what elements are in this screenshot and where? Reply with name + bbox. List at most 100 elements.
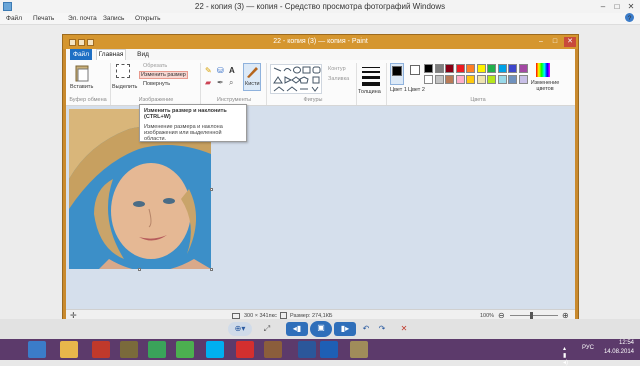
brushes-button[interactable]: Кисти bbox=[243, 63, 261, 91]
text-icon[interactable]: A bbox=[229, 66, 238, 75]
fill-icon[interactable]: ⛁ bbox=[217, 66, 226, 75]
resize-handle-bottom[interactable] bbox=[138, 268, 141, 271]
menu-email[interactable]: Эл. почта bbox=[68, 13, 97, 25]
colors-group-label: Цвета bbox=[470, 97, 486, 103]
zoom-slider[interactable] bbox=[510, 315, 558, 316]
palette-swatch[interactable] bbox=[487, 64, 496, 73]
magnifier-icon[interactable]: ⌕ bbox=[229, 78, 238, 87]
tooltip-text: Изменение размера и наклона изображения … bbox=[144, 124, 223, 142]
palette-swatch[interactable] bbox=[518, 75, 528, 84]
paint-close-button[interactable]: ✕ bbox=[564, 37, 576, 47]
zoom-slider-thumb[interactable] bbox=[530, 312, 533, 319]
menu-burn[interactable]: Запись bbox=[103, 13, 124, 25]
select-icon[interactable] bbox=[116, 64, 130, 78]
app-icon[interactable] bbox=[264, 341, 282, 358]
paste-button[interactable] bbox=[72, 64, 92, 82]
group-divider bbox=[386, 63, 387, 105]
skype-icon[interactable] bbox=[206, 341, 224, 358]
language-indicator[interactable]: РУС bbox=[582, 345, 594, 351]
palette-swatch[interactable] bbox=[487, 75, 496, 84]
palette-swatch[interactable] bbox=[518, 64, 528, 73]
color1-button[interactable] bbox=[390, 63, 404, 85]
edit-colors-icon[interactable] bbox=[536, 63, 550, 77]
minimize-button[interactable]: – bbox=[596, 0, 610, 13]
palette-swatch[interactable] bbox=[476, 64, 486, 73]
app-icon[interactable] bbox=[120, 341, 138, 358]
paint-maximize-button[interactable]: □ bbox=[548, 35, 562, 49]
palette-swatch[interactable] bbox=[497, 75, 507, 84]
crop-button[interactable]: Обрезать bbox=[143, 63, 167, 69]
opera-icon[interactable] bbox=[236, 341, 254, 358]
paint-minimize-button[interactable]: – bbox=[534, 35, 548, 49]
rotate-left-icon[interactable]: ↶ bbox=[360, 322, 372, 336]
palette-swatch[interactable] bbox=[434, 64, 444, 73]
palette-swatch[interactable] bbox=[455, 75, 465, 84]
palette-swatch[interactable] bbox=[424, 75, 433, 84]
tab-home[interactable]: Главная bbox=[96, 49, 126, 60]
previous-icon[interactable]: ◂▮ bbox=[286, 322, 308, 336]
help-icon[interactable]: ? bbox=[625, 13, 634, 22]
tools-group-label: Инструменты bbox=[216, 97, 252, 103]
menu-print[interactable]: Печать bbox=[33, 13, 54, 25]
color1-label: Цвет 1 bbox=[390, 87, 407, 93]
group-divider bbox=[110, 63, 111, 105]
palette-swatch[interactable] bbox=[455, 64, 465, 73]
color-picker-icon[interactable]: ✒ bbox=[217, 78, 226, 87]
viewer-toolbar: ⊕▾ ⤢ ◂▮ ▣ ▮▸ ↶ ↷ ✕ bbox=[0, 319, 640, 339]
close-button[interactable]: ✕ bbox=[624, 0, 638, 13]
ie-icon[interactable] bbox=[28, 341, 46, 358]
resize-button[interactable]: Изменить размер bbox=[139, 71, 188, 79]
palette-swatch[interactable] bbox=[424, 64, 433, 73]
resize-handle-corner[interactable] bbox=[210, 268, 213, 271]
maximize-button[interactable]: □ bbox=[610, 0, 624, 13]
outline-dropdown[interactable]: Контур bbox=[328, 66, 346, 72]
app-icon[interactable] bbox=[176, 341, 194, 358]
rotate-right-icon[interactable]: ↷ bbox=[376, 322, 388, 336]
tab-file[interactable]: Файл bbox=[70, 49, 92, 60]
palette-swatch[interactable] bbox=[476, 75, 486, 84]
palette-swatch[interactable] bbox=[466, 64, 475, 73]
tray-icons[interactable]: ▴ ▮ ◂) bbox=[563, 345, 568, 366]
shapes-gallery[interactable] bbox=[270, 64, 322, 94]
paint-taskbar-icon[interactable] bbox=[350, 341, 368, 358]
menu-open[interactable]: Открыть bbox=[135, 13, 161, 25]
menu-file[interactable]: Файл bbox=[6, 13, 22, 25]
next-icon[interactable]: ▮▸ bbox=[334, 322, 356, 336]
paint-title-bar: 22 - копия (3) — копия - Paint – □ ✕ bbox=[63, 35, 578, 49]
tab-view[interactable]: Вид bbox=[132, 49, 154, 60]
ribbon: Вставить Буфер обмена Выделить Обрезать … bbox=[66, 60, 575, 106]
clock-time[interactable]: 12:54 bbox=[619, 340, 634, 346]
word-icon[interactable] bbox=[298, 341, 316, 358]
taskbar: ▴ ▮ ◂) РУС 12:54 14.08.2014 bbox=[0, 339, 640, 366]
palette-swatch[interactable] bbox=[466, 75, 475, 84]
undo-icon[interactable] bbox=[77, 39, 85, 46]
resize-handle-right[interactable] bbox=[210, 188, 213, 191]
rotate-button[interactable]: Повернуть bbox=[143, 81, 170, 87]
palette-swatch[interactable] bbox=[445, 75, 454, 84]
app-icon[interactable] bbox=[148, 341, 166, 358]
slideshow-icon[interactable]: ▣ bbox=[310, 321, 332, 337]
palette-swatch[interactable] bbox=[434, 75, 444, 84]
clock-date[interactable]: 14.08.2014 bbox=[604, 349, 634, 355]
select-label: Выделить bbox=[112, 84, 138, 90]
size-button[interactable] bbox=[360, 63, 382, 87]
zoom-icon[interactable]: ⊕▾ bbox=[228, 322, 252, 336]
redo-icon[interactable] bbox=[86, 39, 94, 46]
eraser-icon[interactable]: ▰ bbox=[205, 78, 214, 87]
palette-swatch[interactable] bbox=[497, 64, 507, 73]
palette-swatch[interactable] bbox=[445, 64, 454, 73]
save-icon[interactable] bbox=[68, 39, 76, 46]
explorer-icon[interactable] bbox=[60, 341, 78, 358]
group-divider bbox=[200, 63, 201, 105]
delete-icon[interactable]: ✕ bbox=[398, 322, 410, 336]
pencil-icon[interactable]: ✎ bbox=[205, 66, 214, 75]
shapes-group-label: Фигуры bbox=[303, 97, 323, 103]
palette-swatch[interactable] bbox=[508, 64, 517, 73]
fill-dropdown[interactable]: Заливка bbox=[328, 76, 349, 82]
color2-button[interactable] bbox=[408, 63, 422, 85]
photo-viewer-taskbar-icon[interactable] bbox=[320, 341, 338, 358]
image-group-label: Изображение bbox=[138, 97, 174, 103]
palette-swatch[interactable] bbox=[508, 75, 517, 84]
actual-size-icon[interactable]: ⤢ bbox=[260, 322, 274, 336]
media-icon[interactable] bbox=[92, 341, 110, 358]
